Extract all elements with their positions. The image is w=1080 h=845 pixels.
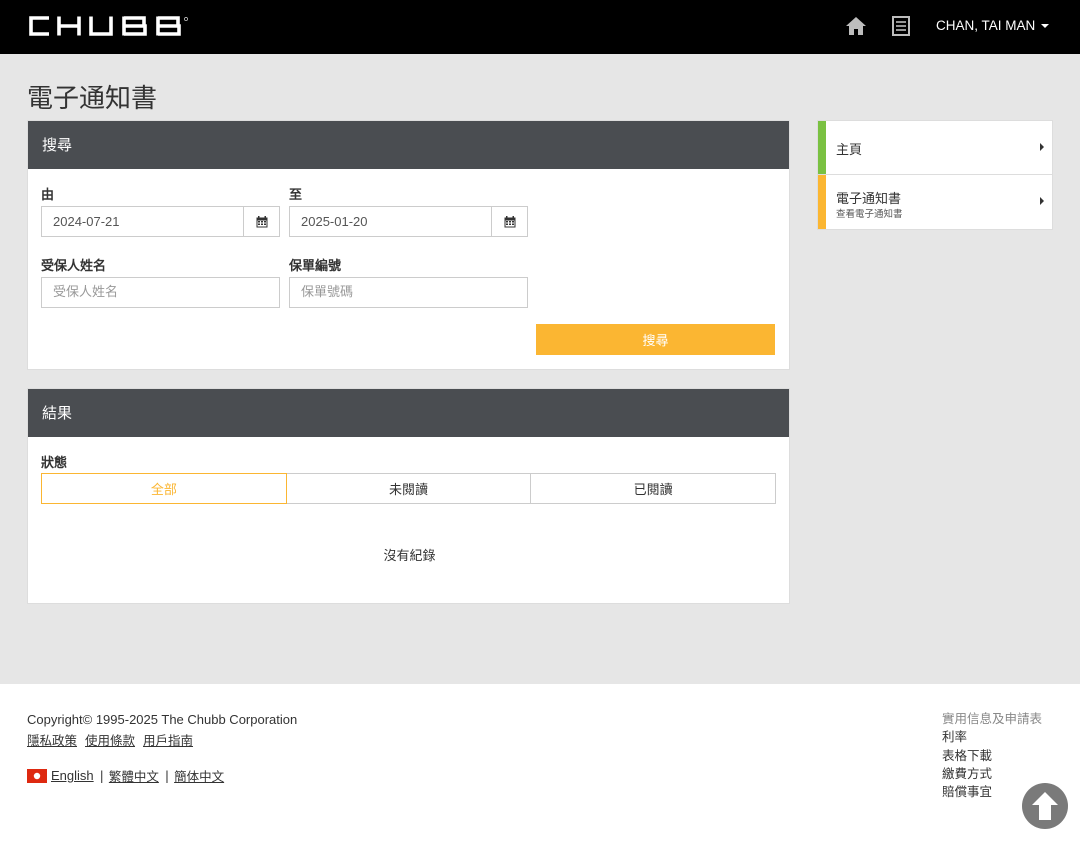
form-download-link[interactable]: 表格下載 (942, 747, 1042, 765)
useful-info-heading: 實用信息及申請表 (942, 711, 1043, 726)
side-nav-item-home[interactable]: 主頁 (818, 121, 1052, 175)
no-records-message: 沒有紀錄 (383, 549, 436, 564)
from-date-value: 2024-07-21 (53, 214, 120, 229)
footer-links: 隱私政策 使用條款 用戶指南 (27, 730, 197, 749)
from-date-field[interactable]: 2024-07-21 (41, 206, 280, 237)
document-list-icon[interactable] (891, 16, 911, 36)
side-nav-item-subtitle: 查看電子通知書 (836, 209, 903, 220)
hong-kong-flag-icon (27, 768, 47, 783)
tab-all[interactable]: 全部 (41, 473, 287, 504)
page-title: 電子通知書 (27, 84, 158, 114)
to-date-field[interactable]: 2025-01-20 (289, 206, 528, 237)
user-menu-dropdown[interactable]: CHAN, TAI MAN (936, 18, 1050, 33)
copyright-text: Copyright© 1995-2025 The Chubb Corporati… (27, 712, 298, 727)
language-switcher: English | 繁體中文 | 簡体中文 (27, 766, 228, 785)
side-nav-item-title: 電子通知書 (836, 192, 902, 207)
calendar-icon (504, 215, 515, 227)
side-nav: 主頁 電子通知書 查看電子通知書 (817, 120, 1053, 230)
privacy-policy-link[interactable]: 隱私政策 (27, 733, 77, 748)
tab-unread[interactable]: 未閱讀 (285, 473, 532, 504)
calendar-icon (256, 215, 267, 227)
home-icon[interactable] (845, 16, 867, 36)
policy-number-input[interactable] (289, 277, 528, 308)
insured-name-label: 受保人姓名 (41, 259, 107, 274)
separator: | (164, 768, 170, 783)
interest-rate-link[interactable]: 利率 (942, 728, 1042, 746)
footer: Copyright© 1995-2025 The Chubb Corporati… (0, 684, 1080, 845)
user-guide-link[interactable]: 用戶指南 (143, 733, 193, 748)
from-date-label: 由 (41, 188, 55, 203)
to-date-label: 至 (289, 188, 303, 203)
results-panel: 結果 狀態 全部 未閱讀 已閱讀 沒有紀錄 (27, 388, 790, 604)
search-panel-header: 搜尋 (28, 121, 789, 169)
insured-name-input[interactable] (41, 277, 280, 308)
side-nav-accent-bar (818, 175, 826, 229)
chevron-right-icon (1040, 197, 1044, 205)
to-calendar-button[interactable] (491, 207, 527, 236)
policy-number-label: 保單編號 (289, 259, 342, 274)
useful-info-links: 實用信息及申請表 利率 表格下載 繳費方式 賠償事宜 (942, 710, 1042, 801)
language-simplified-chinese-link[interactable]: 簡体中文 (174, 766, 224, 785)
terms-of-use-link[interactable]: 使用條款 (85, 733, 135, 748)
payment-methods-link[interactable]: 繳費方式 (942, 765, 1042, 783)
arrow-up-icon (1032, 792, 1058, 820)
chevron-right-icon (1040, 143, 1044, 151)
side-nav-item-title: 主頁 (836, 143, 863, 158)
back-to-top-button[interactable] (1022, 783, 1068, 829)
from-calendar-button[interactable] (243, 207, 279, 236)
language-english-link[interactable]: English (51, 768, 94, 783)
chubb-logo[interactable] (27, 14, 189, 42)
user-name: CHAN, TAI MAN (936, 18, 1036, 33)
status-label: 狀態 (41, 456, 68, 471)
side-nav-accent-bar (818, 121, 826, 174)
top-navbar: CHAN, TAI MAN (0, 0, 1080, 54)
results-panel-header: 結果 (28, 389, 789, 437)
separator: | (99, 768, 104, 783)
caret-down-icon (1041, 23, 1050, 28)
tab-read[interactable]: 已閱讀 (530, 473, 777, 504)
status-filter-tabs: 全部 未閱讀 已閱讀 (41, 473, 777, 504)
search-button[interactable]: 搜尋 (536, 324, 775, 355)
to-date-value: 2025-01-20 (301, 214, 368, 229)
chubb-logo-graphic (29, 16, 188, 36)
side-nav-item-enotices[interactable]: 電子通知書 查看電子通知書 (818, 175, 1052, 229)
search-panel: 搜尋 由 2024-07-21 至 2025-01-20 受保人姓名 受保人姓名… (27, 120, 790, 370)
language-traditional-chinese-link[interactable]: 繁體中文 (109, 766, 159, 785)
